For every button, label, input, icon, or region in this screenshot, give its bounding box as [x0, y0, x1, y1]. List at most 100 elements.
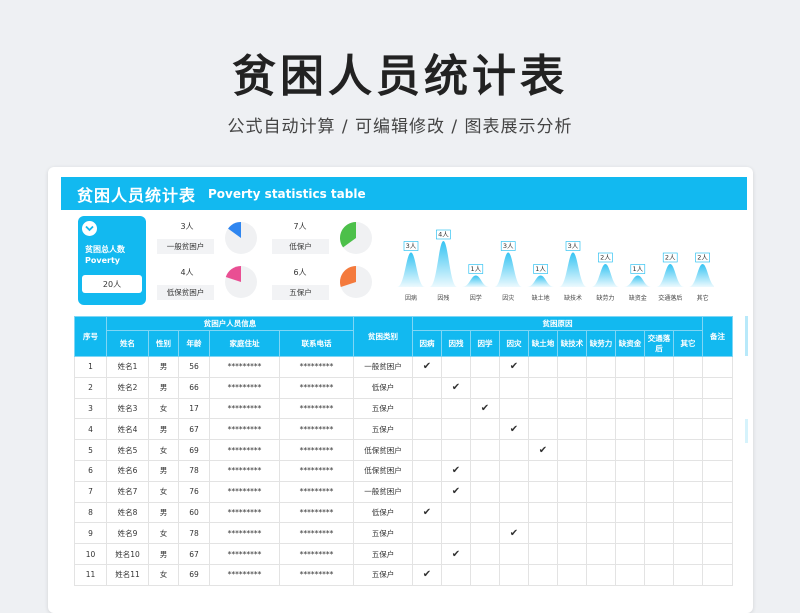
sheet-subtitle: Poverty statistics table	[208, 186, 366, 201]
header-reason-col: 因残	[441, 330, 471, 357]
cell-name: 姓名4	[106, 418, 149, 441]
cell-type: 五保户	[353, 563, 413, 586]
cell-address: *********	[209, 439, 280, 461]
cell-reason	[528, 418, 558, 441]
cell-reason: ✔	[441, 480, 471, 503]
total-value: 20人	[82, 275, 142, 293]
category-tick-label: 缺资金	[629, 294, 647, 302]
cell-address: *********	[209, 480, 280, 503]
data-label: 4人	[438, 230, 449, 238]
cell-reason	[557, 522, 587, 545]
cell-name: 姓名1	[106, 356, 149, 378]
cell-phone: *********	[279, 563, 354, 586]
header-seq: 序号	[74, 316, 107, 357]
cell-reason	[412, 522, 442, 545]
cell-type: 五保户	[353, 418, 413, 441]
cell-address: *********	[209, 501, 280, 524]
cell-gender: 男	[148, 356, 179, 378]
cell-type: 一般贫困户	[353, 356, 413, 378]
cell-reason: ✔	[470, 397, 500, 420]
cell-reason: ✔	[441, 459, 471, 482]
cell-note	[702, 418, 733, 441]
cell-phone: *********	[279, 397, 354, 420]
cell-reason	[528, 356, 558, 378]
cell-reason	[615, 543, 645, 565]
poverty-table: 序号 贫困户人员信息 贫困类别 贫困原因 备注 姓名 性别 年龄 家庭住址 联系电话 因病…	[74, 316, 733, 586]
cell-age: 78	[178, 522, 210, 545]
data-label: 2人	[600, 253, 611, 261]
cell-reason	[557, 439, 587, 461]
table-row: 10 姓名10 男 67 ********* ********* 五保户 ✔	[74, 543, 733, 565]
cell-address: *********	[209, 376, 280, 399]
reason-peak	[461, 275, 490, 287]
header-note: 备注	[702, 316, 733, 357]
cell-reason	[557, 397, 587, 420]
cell-reason	[470, 480, 500, 503]
cell-reason	[586, 397, 616, 420]
cell-reason	[470, 563, 500, 586]
scroll-indicator	[745, 316, 748, 356]
cell-seq: 11	[74, 563, 107, 586]
data-label: 3人	[568, 242, 579, 250]
header-reason-col: 缺劳力	[586, 330, 616, 357]
cell-seq: 4	[74, 418, 107, 441]
cell-reason	[557, 501, 587, 524]
cell-reason	[644, 501, 674, 524]
cell-note	[702, 376, 733, 399]
cell-type: 低保贫困户	[353, 459, 413, 482]
category-count-2: 7人	[293, 222, 307, 231]
data-label: 2人	[665, 253, 676, 261]
cell-reason	[673, 356, 703, 378]
header-reason-col: 因病	[412, 330, 442, 357]
cell-reason	[499, 459, 529, 482]
category-label-4: 五保户	[272, 285, 329, 300]
cell-reason	[644, 522, 674, 545]
cell-reason	[615, 356, 645, 378]
reason-peak	[688, 264, 714, 287]
cell-age: 67	[178, 543, 210, 565]
table-row: 6 姓名6 男 78 ********* ********* 低保贫困户 ✔	[74, 459, 733, 482]
category-tick-label: 缺土地	[532, 294, 550, 302]
data-label: 3人	[503, 242, 514, 250]
cell-reason: ✔	[441, 376, 471, 399]
cell-reason	[586, 501, 616, 524]
header-reason-col: 因学	[470, 330, 500, 357]
spreadsheet-preview: 贫困人员统计表 Poverty statistics table 贫困总人数 P…	[48, 167, 753, 613]
cell-note	[702, 522, 733, 545]
cell-gender: 男	[148, 459, 179, 482]
cell-type: 低保户	[353, 376, 413, 399]
cell-note	[702, 480, 733, 503]
cell-reason	[470, 522, 500, 545]
category-tick-label: 因残	[437, 294, 449, 302]
cell-reason	[412, 480, 442, 503]
cell-reason	[673, 480, 703, 503]
cell-reason	[470, 356, 500, 378]
cell-phone: *********	[279, 418, 354, 441]
reason-peak	[559, 252, 587, 287]
cell-reason	[470, 459, 500, 482]
scroll-indicator-secondary	[745, 419, 748, 443]
cell-reason	[673, 376, 703, 399]
cell-seq: 5	[74, 439, 107, 461]
cell-age: 66	[178, 376, 210, 399]
cell-address: *********	[209, 543, 280, 565]
reason-peak	[494, 252, 523, 287]
cell-reason	[557, 376, 587, 399]
cell-reason: ✔	[441, 543, 471, 565]
cell-reason	[441, 439, 471, 461]
cell-gender: 女	[148, 480, 179, 503]
cell-name: 姓名8	[106, 501, 149, 524]
cell-reason	[673, 563, 703, 586]
cell-reason	[586, 356, 616, 378]
cell-age: 76	[178, 480, 210, 503]
cell-name: 姓名6	[106, 459, 149, 482]
cell-gender: 女	[148, 563, 179, 586]
cell-name: 姓名10	[106, 543, 149, 565]
reason-peak	[526, 275, 555, 287]
cell-reason	[644, 480, 674, 503]
cell-seq: 3	[74, 397, 107, 420]
cell-address: *********	[209, 522, 280, 545]
total-poverty-card: 贫困总人数 Poverty 20人	[78, 216, 146, 305]
cell-age: 56	[178, 356, 210, 378]
data-label: 2人	[697, 253, 708, 261]
